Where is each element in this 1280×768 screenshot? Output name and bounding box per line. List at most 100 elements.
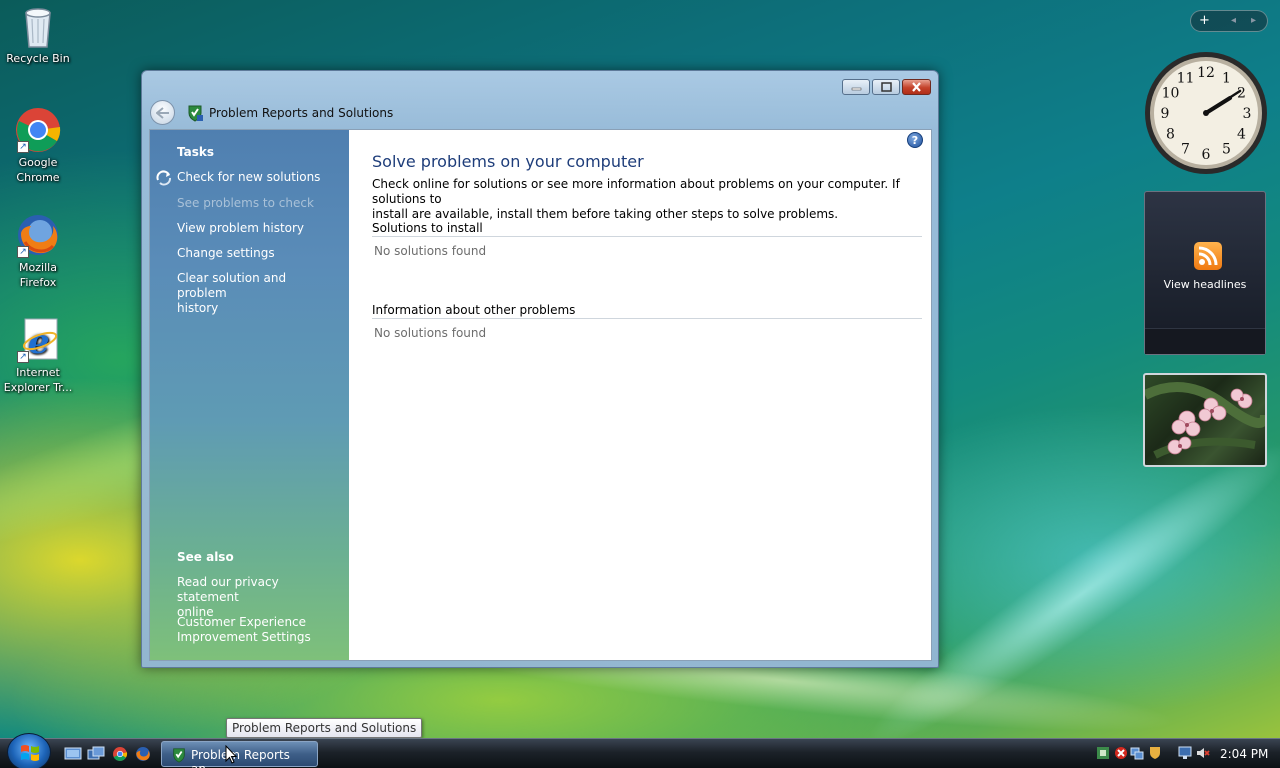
- task-clear-history[interactable]: Clear solution and problem history: [177, 271, 337, 316]
- task-check-for-new-solutions[interactable]: Check for new solutions: [177, 170, 337, 185]
- task-view-problem-history[interactable]: View problem history: [177, 221, 337, 236]
- desktop-icon-label: Google: [18, 156, 58, 169]
- start-button[interactable]: [7, 733, 51, 768]
- desktop-icon-label: Explorer Tr...: [3, 381, 73, 394]
- desktop-icon-google-chrome[interactable]: ↗ Google Chrome: [2, 107, 74, 185]
- view-headlines-link[interactable]: View headlines: [1145, 278, 1265, 291]
- tray-update-icon[interactable]: [1096, 746, 1110, 760]
- chrome-quicklaunch-icon[interactable]: [111, 746, 129, 762]
- clock-gadget[interactable]: 12 1 2 3 4 5 6 7 8 9 10 11: [1143, 50, 1269, 176]
- desktop-icon-label: Recycle Bin: [6, 52, 70, 65]
- clock-number: 11: [1177, 70, 1195, 86]
- page-title: Solve problems on your computer: [372, 152, 644, 171]
- close-button[interactable]: [902, 79, 931, 95]
- taskbar-button-problem-reports[interactable]: Problem Reports an...: [161, 741, 318, 768]
- desktop-icon-recycle-bin[interactable]: Recycle Bin: [2, 3, 74, 66]
- recycle-bin-icon: [15, 3, 61, 49]
- tray-volume-muted-icon[interactable]: [1196, 746, 1210, 760]
- other-problems-heading: Information about other problems: [372, 303, 922, 319]
- internet-explorer-icon: e ↗: [15, 317, 61, 363]
- slideshow-gadget[interactable]: [1143, 373, 1267, 467]
- clock-number: 9: [1161, 106, 1170, 122]
- tray-shield-icon[interactable]: [1148, 746, 1162, 760]
- back-button[interactable]: [150, 100, 175, 125]
- tray-security-alert-icon[interactable]: [1114, 746, 1128, 760]
- minimize-icon: [851, 87, 862, 91]
- clock-number: 1: [1222, 70, 1231, 86]
- svg-text:e: e: [28, 322, 50, 362]
- sidebar-controls: + ◂ ▸: [1190, 10, 1268, 32]
- see-also-label-line: Improvement Settings: [177, 630, 311, 644]
- windows-logo-icon: [21, 745, 39, 761]
- help-icon[interactable]: ?: [907, 132, 923, 148]
- see-also-ceip-settings[interactable]: Customer Experience Improvement Settings: [177, 615, 337, 645]
- clock-number: 7: [1181, 142, 1190, 158]
- clock-number: 5: [1222, 142, 1231, 158]
- problem-reports-icon: [186, 104, 204, 122]
- add-gadget-button[interactable]: +: [1199, 13, 1210, 28]
- clock-number: 6: [1202, 147, 1211, 163]
- window-controls: [842, 79, 931, 95]
- back-arrow-icon: [156, 107, 169, 119]
- shortcut-arrow-icon: ↗: [17, 351, 29, 363]
- close-icon: [912, 82, 921, 92]
- task-label-line: history: [177, 301, 219, 315]
- task-see-problems-to-check: See problems to check: [177, 196, 314, 210]
- chrome-icon: ↗: [15, 107, 61, 153]
- problem-reports-window: Problem Reports and Solutions Tasks Chec…: [141, 70, 939, 668]
- other-problems-empty: No solutions found: [374, 326, 487, 340]
- clock-number: 12: [1197, 65, 1215, 81]
- taskbar-button-label: Problem Reports an...: [191, 748, 290, 768]
- desktop-icon-label: Mozilla: [19, 261, 57, 274]
- desktop-icon-mozilla-firefox[interactable]: ↗ Mozilla Firefox: [2, 212, 74, 290]
- clock-number: 8: [1166, 127, 1175, 143]
- page-description: Check online for solutions or see more i…: [372, 177, 932, 222]
- main-pane: ? Solve problems on your computer Check …: [349, 130, 931, 660]
- clock-number: 10: [1162, 86, 1180, 102]
- desktop-icon-label: Chrome: [16, 171, 60, 184]
- problem-reports-icon: [171, 747, 187, 763]
- window-title: Problem Reports and Solutions: [209, 106, 394, 120]
- desktop-icon-label: Firefox: [19, 276, 57, 289]
- shortcut-arrow-icon: ↗: [17, 246, 29, 258]
- flower-photo-image: [1145, 382, 1265, 459]
- rss-icon: [1194, 242, 1222, 270]
- address-bar: Problem Reports and Solutions: [150, 100, 930, 126]
- switch-windows-icon[interactable]: [87, 746, 105, 762]
- solutions-to-install-empty: No solutions found: [374, 244, 487, 258]
- task-label-line: Clear solution and problem: [177, 271, 287, 300]
- tasks-pane: Tasks Check for new solutions See proble…: [150, 130, 349, 660]
- tray-display-icon[interactable]: [1178, 746, 1192, 760]
- desktop-icon-label: Internet: [16, 366, 60, 379]
- clock-number: 4: [1237, 127, 1246, 143]
- show-desktop-icon[interactable]: [64, 746, 82, 762]
- see-also-heading: See also: [177, 550, 234, 564]
- description-line: Check online for solutions or see more i…: [372, 177, 900, 206]
- clock-number: 3: [1243, 106, 1252, 122]
- maximize-button[interactable]: [872, 79, 900, 95]
- feed-headlines-gadget[interactable]: View headlines: [1144, 191, 1266, 355]
- desktop-icon-internet-explorer[interactable]: e ↗ Internet Explorer Tr...: [2, 317, 74, 395]
- taskbar: Problem Reports an... 2:04 PM: [0, 733, 1280, 768]
- task-change-settings[interactable]: Change settings: [177, 246, 337, 261]
- see-also-privacy-statement[interactable]: Read our privacy statement online: [177, 575, 337, 620]
- shortcut-arrow-icon: ↗: [17, 141, 29, 153]
- description-line: install are available, install them befo…: [372, 207, 839, 221]
- solutions-to-install-heading: Solutions to install: [372, 221, 922, 237]
- feed-gadget-footer: [1145, 328, 1265, 354]
- notification-area: 2:04 PM: [1088, 741, 1280, 767]
- maximize-icon: [881, 82, 892, 92]
- sidebar-prev-button[interactable]: ◂: [1231, 15, 1236, 26]
- window-content: Tasks Check for new solutions See proble…: [149, 129, 932, 661]
- firefox-icon: ↗: [15, 212, 61, 258]
- minimize-button[interactable]: [842, 79, 870, 95]
- firefox-quicklaunch-icon[interactable]: [134, 746, 152, 762]
- taskbar-tooltip: Problem Reports and Solutions: [226, 718, 423, 738]
- see-also-label-line: Read our privacy statement: [177, 575, 279, 604]
- tasks-heading: Tasks: [177, 145, 215, 159]
- check-solutions-icon: [156, 170, 172, 186]
- tray-network-icon[interactable]: [1130, 746, 1144, 760]
- sidebar-next-button[interactable]: ▸: [1251, 15, 1256, 26]
- see-also-label-line: Customer Experience: [177, 615, 307, 629]
- taskbar-clock[interactable]: 2:04 PM: [1220, 747, 1268, 761]
